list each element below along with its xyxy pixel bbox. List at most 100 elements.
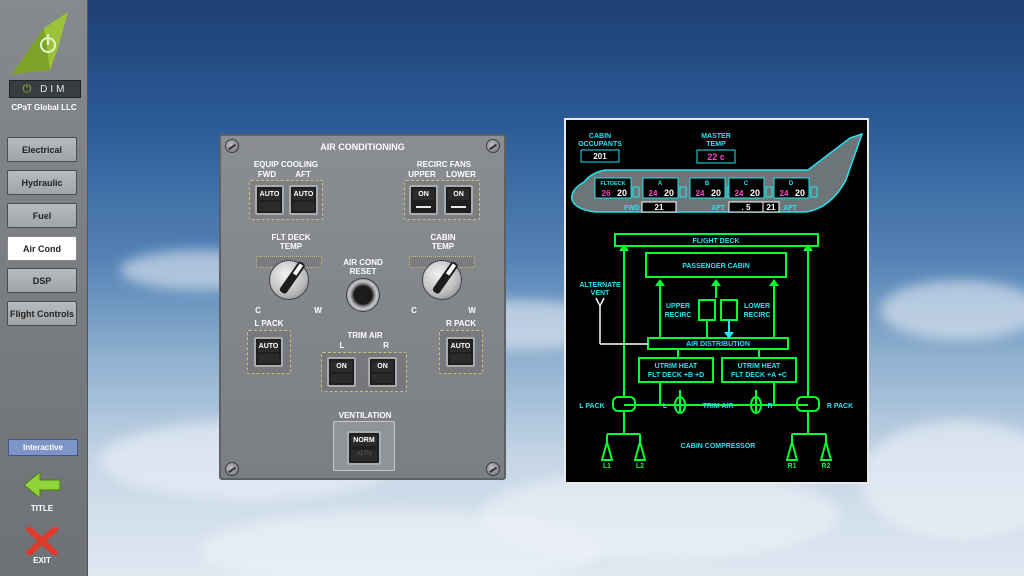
flt-deck-temp-knob[interactable] [269,260,309,300]
zone-target: 24 [649,189,658,198]
equip-cooling-fwd-switch[interactable]: AUTO [255,185,284,215]
switch-label: ON [372,361,393,372]
flt-deck-temp-label-1: FLT DECK [271,233,311,242]
ventilation-label: VENTILATION [338,411,392,420]
recirc-upper-label: UPPER [408,170,436,179]
nav-fuel-button[interactable]: Fuel [7,203,77,228]
lower-recirc-label-1: LOWER [744,303,770,310]
zone-actual: 20 [750,188,760,198]
master-temp-value: 22 c [707,152,725,162]
flt-deck-temp-label-2: TEMP [279,242,303,251]
switch-label: AUTO [258,341,279,352]
zone-target: 26 [602,189,611,198]
cabin-c-label: C [411,306,417,315]
recirc-upper-switch[interactable]: ON [409,185,438,215]
trim-air-r-label: R [383,341,389,350]
exit-label: EXIT [33,556,51,565]
l-pack-label: L PACK [254,319,284,328]
compressor-l2-label: L2 [636,463,644,470]
cabin-temp-dial [409,254,475,304]
zone-name: B [705,181,710,187]
trim-air-r-switch[interactable]: ON [368,357,397,387]
recirc-lower-label: LOWER [446,170,476,179]
trim-air-label: TRIM AIR [347,331,383,340]
r-pack-label: R PACK [827,403,853,410]
flt-deck-c-label: C [255,306,261,315]
switch-label: ON [448,189,469,200]
exit-button[interactable] [25,526,59,556]
compressor-r1-label: R1 [788,463,797,470]
zone-name: C [744,181,749,187]
trim-air-label: TRIM AIR [703,403,734,410]
nav-hydraulic-button[interactable]: Hydraulic [7,170,77,195]
zone-actual: 20 [711,188,721,198]
r-pack-switch[interactable]: AUTO [446,337,475,367]
switch-indicator [416,206,431,208]
cabin-w-label: W [468,306,476,315]
brand-bar: ⏻ DIM [9,80,81,98]
company-name: CPaT Global LLC [11,103,77,112]
utrim-right-label-2: FLT DECK +A +C [731,372,787,379]
cabin-temp-knob[interactable] [422,260,462,300]
switch-label: NORM [351,435,377,446]
air-cond-reset-label-1: AIR COND [343,258,383,267]
air-conditioning-synoptic: CABIN OCCUPANTS 201 MASTER TEMP 22 c FLT… [564,118,869,484]
zone-name: FLTDECK [600,181,625,187]
trim-air-l-label: L [339,341,345,350]
utrim-left-label-2: FLT DECK +B +D [648,372,704,379]
cabin-compressor-label: CABIN COMPRESSOR [681,443,756,450]
switch-lower-light [372,374,393,383]
aft-value-2: 21 [767,203,776,212]
flt-deck-temp-dial [256,254,322,304]
zone-target: 24 [696,189,705,198]
switch-lower-light [331,374,352,383]
switch-indicator [451,206,466,208]
alt-vent-icon [595,297,605,308]
zone-target: 24 [780,189,789,198]
screw-icon [486,462,500,476]
ventilation-switch[interactable]: NORM ALTN [347,431,381,465]
master-temp-label-1: MASTER [701,133,731,140]
trim-air-l-switch[interactable]: ON [327,357,356,387]
fwd-label: FWD [624,205,640,212]
title-label: TITLE [30,504,54,513]
cabin-occupants-label-2: OCCUPANTS [578,141,622,148]
interactive-button[interactable]: Interactive [8,439,78,456]
air-cond-reset-button[interactable] [346,278,380,312]
knob-pointer [431,260,459,295]
switch-lower-light [259,202,280,211]
utrim-right-label-1: UTRIM HEAT [738,363,781,370]
switch-label: AUTO [259,189,280,200]
master-temp-label-2: TEMP [706,141,726,148]
zone-actual: 20 [664,188,674,198]
zone-actual: 20 [795,188,805,198]
alternate-vent-label-2: VENT [591,290,610,297]
flt-deck-w-label: W [314,306,322,315]
occupants-value: 201 [593,152,607,161]
screw-icon [225,462,239,476]
alternate-vent-label-1: ALTERNATE [579,282,621,289]
switch-label: ON [331,361,352,372]
close-icon [26,526,58,556]
equip-cooling-aft-switch[interactable]: AUTO [289,185,318,215]
switch-label: AUTO [293,189,314,200]
aft-value-1: . 5 [742,203,751,212]
panel-title: AIR CONDITIONING [320,142,405,152]
nav-electrical-button[interactable]: Electrical [7,137,77,162]
zone-target: 24 [735,189,744,198]
nav-air-cond-button[interactable]: Air Cond [7,236,77,261]
recirc-fans-label: RECIRC FANS [416,160,472,169]
cabin-temp-label-2: TEMP [431,242,455,251]
trim-r-label: R [767,403,772,410]
trim-l-label: L [663,403,668,410]
equip-cooling-fwd-label: FWD [257,170,277,179]
switch-label: AUTO [450,341,471,352]
air-conditioning-panel: AIR CONDITIONING EQUIP COOLING FWD AFT A… [219,134,506,480]
nav-flight-controls-button[interactable]: Flight Controls [7,301,77,326]
switch-lower-light [258,354,279,363]
passenger-cabin-label: PASSENGER CABIN [682,263,750,270]
l-pack-switch[interactable]: AUTO [254,337,283,367]
nav-dsp-button[interactable]: DSP [7,268,77,293]
brand-name: DIM [40,83,68,95]
recirc-lower-switch[interactable]: ON [444,185,473,215]
